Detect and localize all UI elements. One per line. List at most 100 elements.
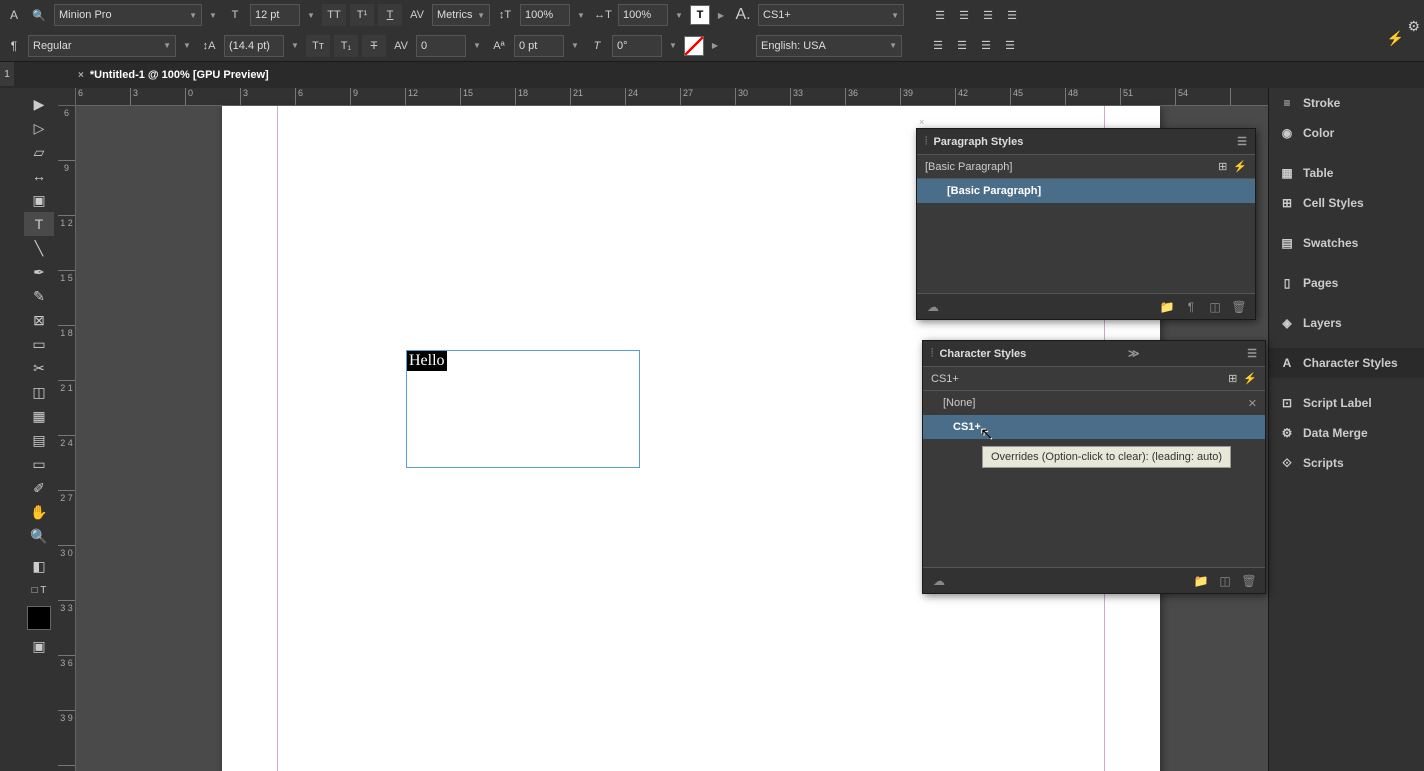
- justify-last-right-button[interactable]: ☰: [974, 36, 998, 56]
- align-right-button[interactable]: ☰: [976, 5, 1000, 25]
- paragraph-mode-icon[interactable]: ¶: [4, 36, 24, 56]
- all-caps-button[interactable]: TT: [322, 4, 346, 26]
- font-size-input[interactable]: 12 pt: [250, 4, 300, 26]
- dock-item-color[interactable]: ◉Color: [1269, 118, 1424, 148]
- quick-apply-icon[interactable]: ⚡: [1387, 30, 1404, 47]
- dock-item-scripts[interactable]: ⟐Scripts: [1269, 448, 1424, 478]
- ruler-origin[interactable]: [58, 88, 76, 106]
- eyedropper-tool[interactable]: ✐: [24, 476, 54, 500]
- fill-stroke-toggle[interactable]: ◧: [24, 554, 54, 578]
- clear-overrides-icon[interactable]: ⚡: [1243, 372, 1257, 385]
- dock-item-table[interactable]: ▦Table: [1269, 158, 1424, 188]
- page-tool[interactable]: ▱: [24, 140, 54, 164]
- font-search-icon[interactable]: 🔍: [28, 5, 50, 25]
- vertical-ruler[interactable]: 691 21 51 82 12 42 73 03 33 63 9: [58, 106, 76, 771]
- document-tab[interactable]: × *Untitled-1 @ 100% [GPU Preview]: [70, 63, 277, 87]
- scissors-tool[interactable]: ✂: [24, 356, 54, 380]
- gradient-swatch-tool[interactable]: ▦: [24, 404, 54, 428]
- text-content-selected[interactable]: Hello: [407, 351, 447, 371]
- skew-input[interactable]: 0°: [612, 35, 662, 57]
- chevron-right-icon[interactable]: ▶: [714, 4, 728, 26]
- view-mode-toggle[interactable]: ▣: [24, 634, 54, 658]
- justify-last-center-button[interactable]: ☰: [950, 36, 974, 56]
- horizontal-ruler[interactable]: 630369121518212427303336394245485154: [76, 88, 1268, 106]
- new-style-icon[interactable]: ◫: [1207, 299, 1223, 315]
- character-style-cs1[interactable]: CS1+: [923, 415, 1265, 439]
- page-number-indicator[interactable]: 1: [0, 62, 14, 86]
- format-container-text-toggle[interactable]: □ T: [24, 578, 54, 602]
- character-mode-icon[interactable]: A: [4, 5, 24, 25]
- paragraph-style-basic[interactable]: [Basic Paragraph]: [917, 179, 1255, 203]
- new-style-group-icon[interactable]: ⊞: [1228, 372, 1237, 385]
- dock-item-script-label[interactable]: ⊡Script Label: [1269, 388, 1424, 418]
- free-transform-tool[interactable]: ◫: [24, 380, 54, 404]
- panel-close-icon[interactable]: ×: [919, 117, 924, 127]
- chevron-down-icon[interactable]: ▼: [206, 4, 220, 26]
- selection-tool[interactable]: ▶: [24, 92, 54, 116]
- horizontal-scale-input[interactable]: 100%: [618, 4, 668, 26]
- character-styles-header[interactable]: ⦙ Character Styles ≫ ☰: [923, 341, 1265, 367]
- delete-style-icon[interactable]: 🗑: [1231, 299, 1247, 315]
- stroke-swatch[interactable]: [684, 36, 704, 56]
- underline-button[interactable]: T: [378, 4, 402, 26]
- pencil-tool[interactable]: ✎: [24, 284, 54, 308]
- zoom-tool[interactable]: 🔍: [24, 524, 54, 548]
- dock-item-cell-styles[interactable]: ⊞Cell Styles: [1269, 188, 1424, 218]
- chevron-down-icon[interactable]: ▼: [304, 4, 318, 26]
- strikethrough-button[interactable]: T: [362, 35, 386, 57]
- baseline-shift-input[interactable]: 0 pt: [514, 35, 564, 57]
- collapse-icon[interactable]: ≫: [1128, 347, 1140, 360]
- close-tab-icon[interactable]: ×: [78, 70, 84, 81]
- dock-item-character-styles[interactable]: ACharacter Styles: [1269, 348, 1424, 378]
- leading-input[interactable]: (14.4 pt): [224, 35, 284, 57]
- settings-icon[interactable]: ⚙: [1407, 18, 1420, 35]
- gap-tool[interactable]: ↔: [24, 164, 54, 188]
- dock-item-pages[interactable]: ▯Pages: [1269, 268, 1424, 298]
- new-style-icon[interactable]: ◫: [1217, 573, 1233, 589]
- character-style-dropdown[interactable]: CS1+▼: [758, 4, 904, 26]
- dock-item-swatches[interactable]: ▤Swatches: [1269, 228, 1424, 258]
- align-left-button[interactable]: ☰: [928, 5, 952, 25]
- justify-button[interactable]: ☰: [1000, 5, 1024, 25]
- justify-last-left-button[interactable]: ☰: [926, 36, 950, 56]
- font-weight-dropdown[interactable]: Regular▼: [28, 35, 176, 57]
- chevron-right-icon[interactable]: ▶: [708, 35, 722, 57]
- text-frame[interactable]: Hello: [406, 350, 640, 468]
- gradient-feather-tool[interactable]: ▤: [24, 428, 54, 452]
- cc-libraries-icon[interactable]: ☁: [925, 299, 941, 315]
- fill-swatch[interactable]: T: [690, 5, 710, 25]
- rectangle-tool[interactable]: ▭: [24, 332, 54, 356]
- clear-override-icon[interactable]: ¶: [1183, 299, 1199, 315]
- direct-selection-tool[interactable]: ▷: [24, 116, 54, 140]
- panel-menu-icon[interactable]: ☰: [1237, 135, 1247, 148]
- new-folder-icon[interactable]: 📁: [1159, 299, 1175, 315]
- align-center-button[interactable]: ☰: [952, 5, 976, 25]
- fill-color-swatch[interactable]: [27, 606, 51, 630]
- dock-item-layers[interactable]: ◈Layers: [1269, 308, 1424, 338]
- subscript-button[interactable]: T₁: [334, 35, 358, 57]
- rectangle-frame-tool[interactable]: ⊠: [24, 308, 54, 332]
- font-family-dropdown[interactable]: Minion Pro ▼: [54, 4, 202, 26]
- justify-all-button[interactable]: ☰: [998, 36, 1022, 56]
- dock-item-data-merge[interactable]: ⚙Data Merge: [1269, 418, 1424, 448]
- hand-tool[interactable]: ✋: [24, 500, 54, 524]
- line-tool[interactable]: ╲: [24, 236, 54, 260]
- language-dropdown[interactable]: English: USA▼: [756, 35, 902, 57]
- content-collector-tool[interactable]: ▣: [24, 188, 54, 212]
- cc-libraries-icon[interactable]: ☁: [931, 573, 947, 589]
- tracking-input[interactable]: 0: [416, 35, 466, 57]
- delete-style-icon[interactable]: 🗑: [1241, 573, 1257, 589]
- paragraph-styles-header[interactable]: ⦙ Paragraph Styles ☰: [917, 129, 1255, 155]
- clear-overrides-icon[interactable]: ⚡: [1233, 160, 1247, 173]
- superscript-button[interactable]: T¹: [350, 4, 374, 26]
- pen-tool[interactable]: ✒: [24, 260, 54, 284]
- note-tool[interactable]: ▭: [24, 452, 54, 476]
- vertical-scale-input[interactable]: 100%: [520, 4, 570, 26]
- kerning-dropdown[interactable]: Metrics▼: [432, 4, 490, 26]
- dock-item-stroke[interactable]: ≡Stroke: [1269, 88, 1424, 118]
- type-tool[interactable]: T: [24, 212, 54, 236]
- character-style-none[interactable]: [None] ✕: [923, 391, 1265, 415]
- new-folder-icon[interactable]: 📁: [1193, 573, 1209, 589]
- new-style-group-icon[interactable]: ⊞: [1218, 160, 1227, 173]
- small-caps-button[interactable]: Tᴛ: [306, 35, 330, 57]
